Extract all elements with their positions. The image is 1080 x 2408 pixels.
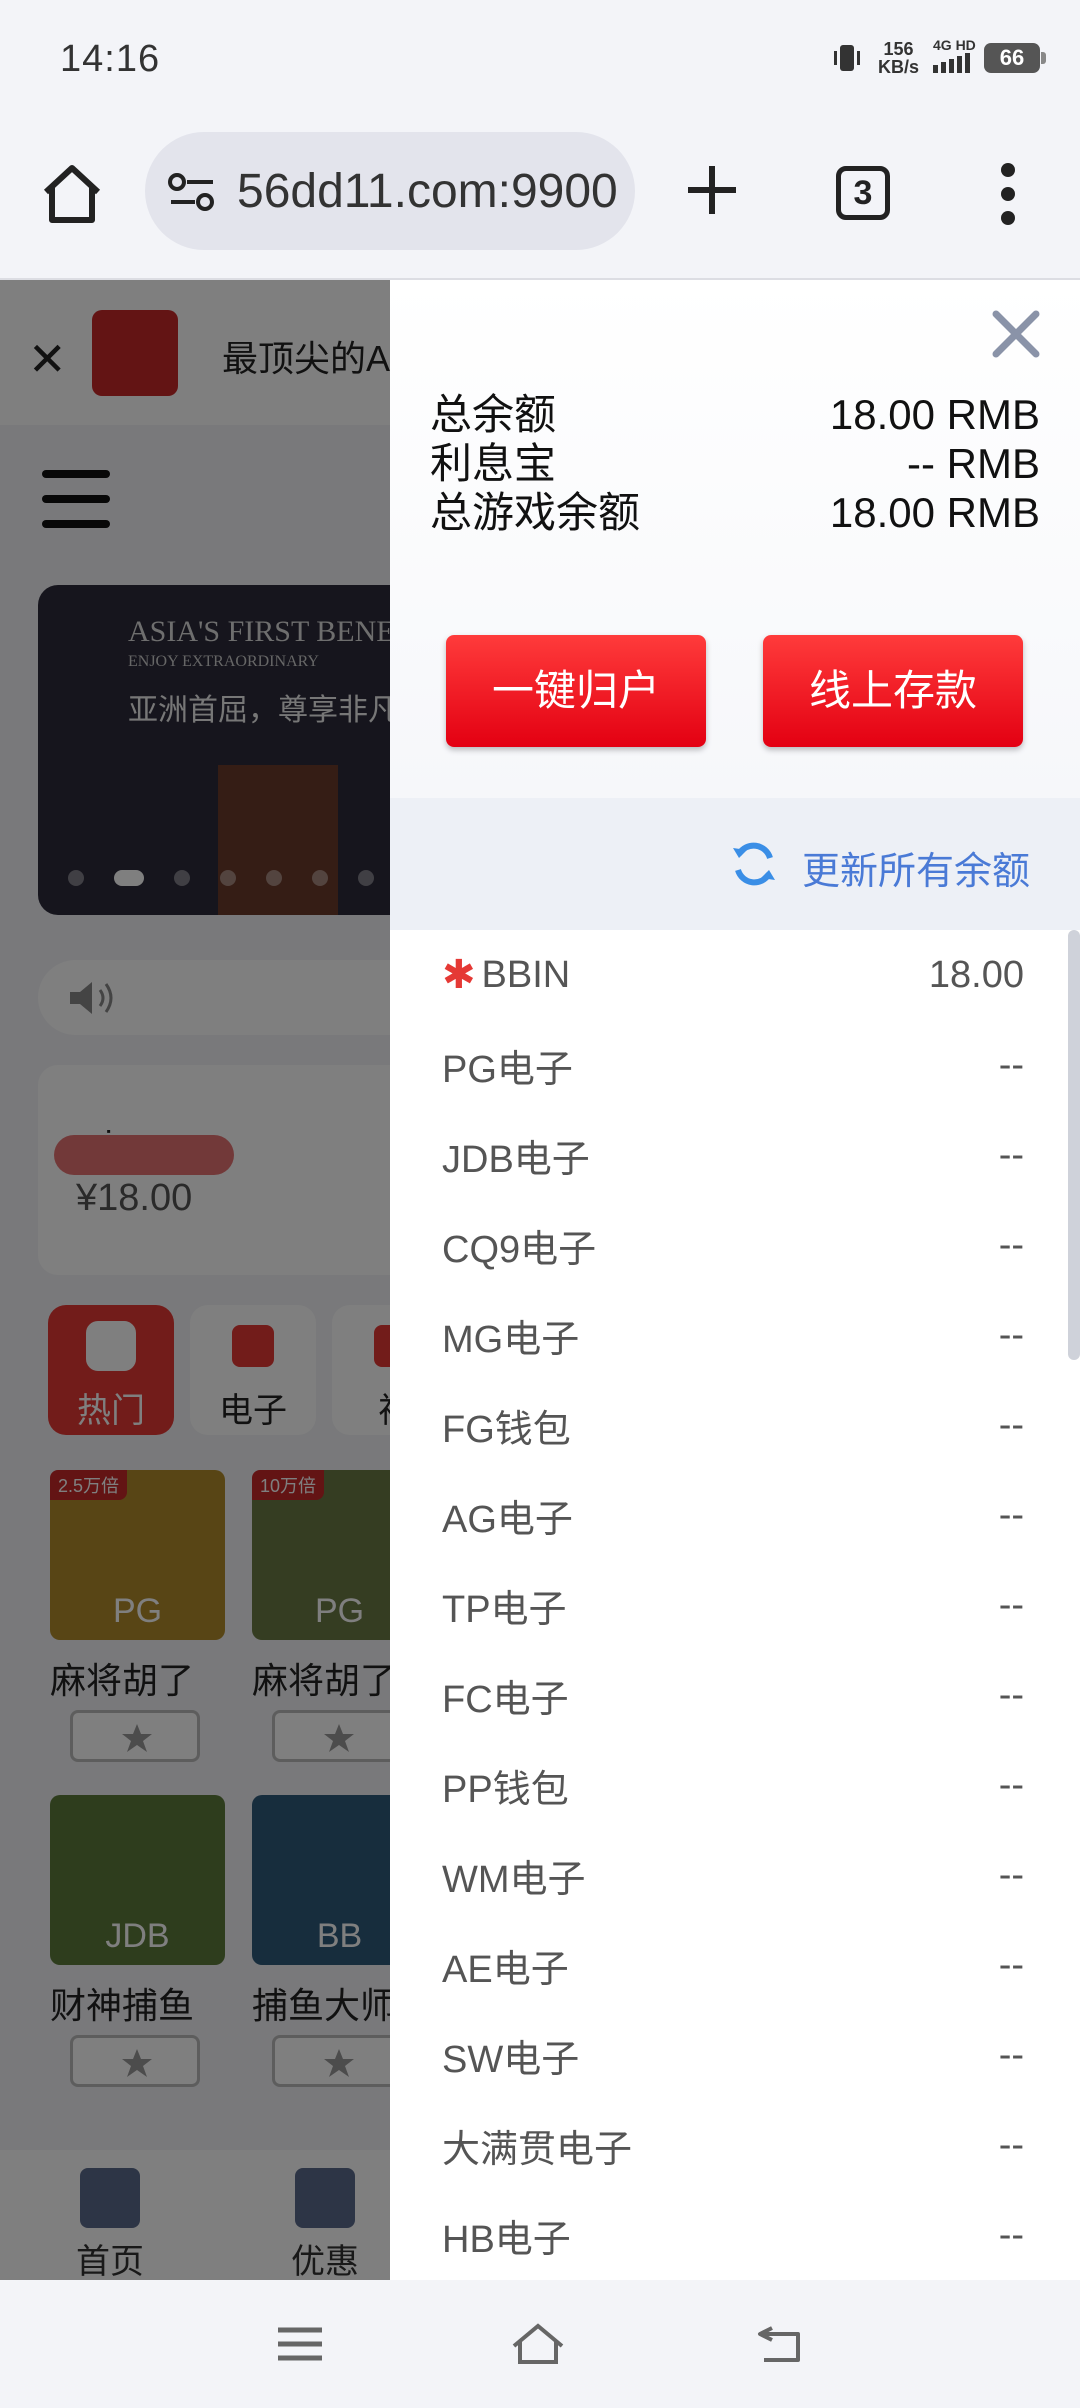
wallet-balance: -- — [998, 1763, 1024, 1806]
scrollbar[interactable] — [1068, 930, 1080, 1360]
browser-toolbar: 56dd11.com:9900 3 — [0, 120, 1080, 280]
battery-icon: 66 — [984, 43, 1046, 73]
wallet-label: TP电子 — [442, 1588, 567, 1631]
wallet-name: PP钱包 — [442, 1758, 569, 1813]
wallet-balance: -- — [998, 2213, 1024, 2256]
refresh-bar[interactable]: 更新所有余额 — [390, 798, 1080, 930]
home-icon[interactable] — [510, 2320, 566, 2368]
wallet-row[interactable]: FG钱包 -- — [442, 1380, 1024, 1470]
wallet-row[interactable]: HB电子 -- — [442, 2190, 1024, 2280]
status-icons: 156 KB/s 4G HD 66 — [830, 37, 1046, 77]
wallet-balance: -- — [998, 1943, 1024, 1986]
wallet-name: AE电子 — [442, 1938, 569, 1993]
wallet-name: WM电子 — [442, 1848, 586, 1903]
wallet-balance: -- — [998, 2123, 1024, 2166]
wallet-balance: -- — [998, 2033, 1024, 2076]
wallet-row[interactable]: WM电子 -- — [442, 1830, 1024, 1920]
back-icon[interactable] — [752, 2320, 808, 2368]
wallet-label: MG电子 — [442, 1318, 580, 1361]
refresh-icon[interactable] — [730, 840, 778, 888]
wallet-name: MG电子 — [442, 1308, 579, 1363]
recent-apps-icon[interactable] — [272, 2320, 328, 2368]
status-bar: 14:16 156 KB/s 4G HD 66 — [0, 0, 1080, 120]
wallet-row[interactable]: JDB电子 -- — [442, 1110, 1024, 1200]
wallet-label: JDB电子 — [442, 1138, 590, 1181]
balance-summary: 总余额 18.00 RMB 利息宝 -- RMB 总游戏余额 18.00 RMB — [430, 390, 1040, 537]
wallet-balance: 18.00 — [928, 953, 1024, 996]
wallet-name: FG钱包 — [442, 1398, 571, 1453]
wallet-label: AE电子 — [442, 1948, 569, 1991]
system-nav-bar — [0, 2280, 1080, 2408]
wallet-row[interactable]: FC电子 -- — [442, 1650, 1024, 1740]
asterisk-icon: ✱ — [442, 953, 476, 997]
new-tab-icon[interactable] — [684, 162, 740, 218]
wallet-balance: -- — [998, 1493, 1024, 1536]
wallet-name: FC电子 — [442, 1668, 569, 1723]
game-balance-row: 总游戏余额 18.00 RMB — [430, 489, 1040, 536]
wallet-row[interactable]: AE电子 -- — [442, 1920, 1024, 2010]
wallet-name: AG电子 — [442, 1488, 573, 1543]
signal-icon: 4G HD — [933, 37, 976, 73]
balance-drawer: 总余额 18.00 RMB 利息宝 -- RMB 总游戏余额 18.00 RMB… — [390, 280, 1080, 2280]
wallet-balance: -- — [998, 1043, 1024, 1086]
wallet-row[interactable]: AG电子 -- — [442, 1470, 1024, 1560]
wallet-balance: -- — [998, 1133, 1024, 1176]
site-settings-icon[interactable] — [167, 172, 217, 212]
wallet-name: SW电子 — [442, 2028, 579, 2083]
more-menu-icon[interactable] — [996, 162, 1020, 226]
online-deposit-button[interactable]: 线上存款 — [763, 635, 1023, 747]
url-text: 56dd11.com:9900 — [237, 165, 617, 218]
wallet-label: WM电子 — [442, 1858, 586, 1901]
wallet-row[interactable]: PP钱包 -- — [442, 1740, 1024, 1830]
network-speed: 156 KB/s — [877, 39, 919, 77]
wallet-name: JDB电子 — [442, 1128, 590, 1183]
wallet-name: CQ9电子 — [442, 1218, 596, 1273]
wallet-name: TP电子 — [442, 1578, 567, 1633]
vibrate-icon — [830, 41, 864, 75]
wallet-label: FG钱包 — [442, 1408, 571, 1451]
wallet-balance: -- — [998, 1583, 1024, 1626]
wallet-name: PG电子 — [442, 1038, 573, 1093]
wallet-balance: -- — [998, 1403, 1024, 1446]
wallet-label: PP钱包 — [442, 1768, 569, 1811]
wallet-row[interactable]: TP电子 -- — [442, 1560, 1024, 1650]
wallet-row[interactable]: CQ9电子 -- — [442, 1200, 1024, 1290]
total-balance-row: 总余额 18.00 RMB — [430, 391, 1040, 438]
address-bar[interactable]: 56dd11.com:9900 — [145, 132, 635, 250]
interest-balance-row: 利息宝 -- RMB — [430, 440, 1040, 487]
wallet-name: 大满贯电子 — [442, 2118, 632, 2173]
refresh-all-balances-link[interactable]: 更新所有余额 — [802, 840, 1030, 895]
tab-switcher-button[interactable]: 3 — [836, 166, 890, 220]
wallet-label: PG电子 — [442, 1048, 573, 1091]
wallet-label: CQ9电子 — [442, 1228, 597, 1271]
wallet-balance: -- — [998, 1313, 1024, 1356]
clock: 14:16 — [60, 38, 161, 80]
wallet-label: AG电子 — [442, 1498, 573, 1541]
home-icon[interactable] — [38, 160, 106, 228]
wallet-row[interactable]: SW电子 -- — [442, 2010, 1024, 2100]
wallet-balance: -- — [998, 1853, 1024, 1896]
wallet-label: 大满贯电子 — [442, 2128, 633, 2171]
wallet-balance: -- — [998, 1673, 1024, 1716]
wallet-name: HB电子 — [442, 2208, 571, 2263]
wallet-row[interactable]: ✱ BBIN 18.00 — [442, 930, 1024, 1020]
wallet-balance: -- — [998, 1223, 1024, 1266]
close-icon[interactable] — [990, 308, 1042, 360]
balance-summary-section: 总余额 18.00 RMB 利息宝 -- RMB 总游戏余额 18.00 RMB… — [390, 280, 1080, 798]
wallet-name: ✱ BBIN — [442, 952, 570, 998]
wallet-row[interactable]: 大满贯电子 -- — [442, 2100, 1024, 2190]
wallet-label: FC电子 — [442, 1678, 569, 1721]
wallet-label: SW电子 — [442, 2038, 580, 2081]
wallet-row[interactable]: PG电子 -- — [442, 1020, 1024, 1110]
wallet-row[interactable]: MG电子 -- — [442, 1290, 1024, 1380]
collect-all-button[interactable]: 一键归户 — [446, 635, 706, 747]
wallet-label: BBIN — [481, 953, 571, 996]
wallet-label: HB电子 — [442, 2218, 571, 2261]
